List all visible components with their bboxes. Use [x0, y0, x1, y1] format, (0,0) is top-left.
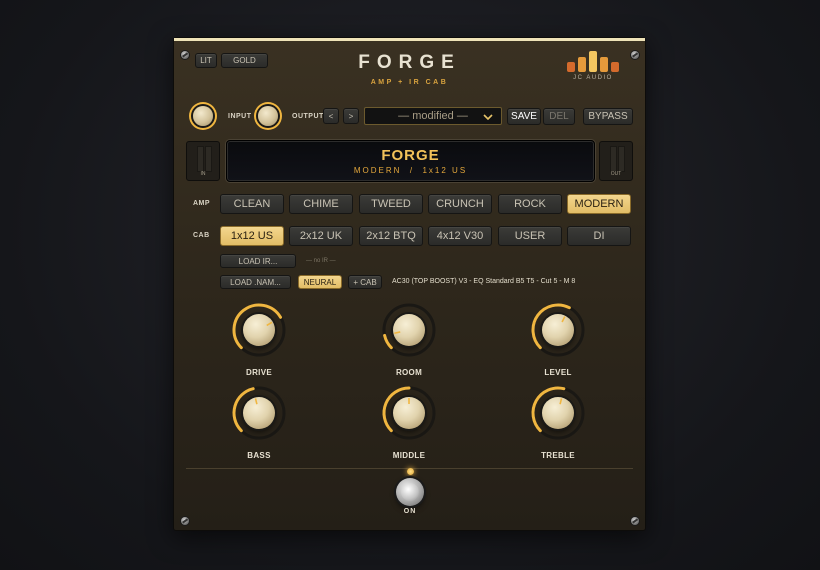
- cab-di-button[interactable]: DI: [567, 226, 631, 246]
- next-preset-button[interactable]: >: [343, 108, 359, 124]
- amp-crunch-button[interactable]: CRUNCH: [428, 194, 492, 214]
- bypass-button[interactable]: BYPASS: [583, 108, 633, 125]
- output-meter: OUT: [599, 141, 633, 181]
- nam-model-name: AC30 (TOP BOOST) V3 - EQ Standard B5 T5 …: [392, 278, 576, 285]
- knob-indicator: [561, 316, 566, 323]
- middle-knob[interactable]: [381, 385, 437, 441]
- treble-knob[interactable]: [530, 385, 586, 441]
- level-label: LEVEL: [544, 368, 572, 377]
- amp-modern-button[interactable]: MODERN: [567, 194, 631, 214]
- save-button[interactable]: SAVE: [507, 108, 541, 125]
- amp-chime-button[interactable]: CHIME: [289, 194, 353, 214]
- bass-label: BASS: [247, 451, 271, 460]
- knob-indicator: [266, 321, 273, 327]
- output-meter-label: OUT: [610, 171, 622, 177]
- plus-cab-button[interactable]: + CAB: [348, 275, 382, 289]
- power-footswitch[interactable]: [396, 478, 424, 506]
- power-label: ON: [403, 508, 417, 515]
- preset-dropdown[interactable]: — modified —: [364, 107, 502, 125]
- chevron-down-icon: [483, 114, 493, 120]
- cab-2x12uk-button[interactable]: 2x12 UK: [289, 226, 353, 246]
- cab-1x12us-button[interactable]: 1x12 US: [220, 226, 284, 246]
- display-chain: MODERN / 1x12 US: [353, 166, 468, 175]
- delete-button[interactable]: DEL: [543, 108, 575, 125]
- input-meter: IN: [186, 141, 220, 181]
- amp-tweed-button[interactable]: TWEED: [359, 194, 423, 214]
- preset-name: — modified —: [398, 110, 468, 122]
- amp-display: FORGE MODERN / 1x12 US: [226, 140, 595, 182]
- output-label: OUTPUT: [292, 113, 324, 120]
- treble-label: TREBLE: [541, 451, 575, 460]
- amp-clean-button[interactable]: CLEAN: [220, 194, 284, 214]
- cab-4x12v30-button[interactable]: 4x12 V30: [428, 226, 492, 246]
- screw-icon: [181, 517, 189, 525]
- amp-rock-button[interactable]: ROCK: [498, 194, 562, 214]
- plugin-window: LIT GOLD FORGE AMP + IR CAB JC AUDIO INP…: [173, 37, 646, 531]
- display-amp-name: FORGE: [381, 147, 440, 164]
- load-nam-button[interactable]: LOAD .NAM...: [220, 275, 291, 289]
- input-label: INPUT: [228, 113, 252, 120]
- bass-knob[interactable]: [231, 385, 287, 441]
- screw-icon: [631, 517, 639, 525]
- knob-indicator: [559, 398, 563, 405]
- knob-indicator: [408, 398, 410, 404]
- drive-label: DRIVE: [246, 368, 272, 377]
- knob-indicator: [394, 331, 401, 335]
- ir-status: — no IR —: [306, 258, 336, 264]
- room-knob[interactable]: [381, 302, 437, 358]
- brand-name: JC AUDIO: [573, 75, 613, 81]
- drive-knob[interactable]: [231, 302, 287, 358]
- top-accent-line: [174, 38, 645, 41]
- input-knob[interactable]: [193, 106, 213, 126]
- output-knob[interactable]: [258, 106, 278, 126]
- room-label: ROOM: [395, 368, 423, 377]
- jc-audio-logo: [563, 50, 623, 72]
- load-ir-button[interactable]: LOAD IR...: [220, 254, 296, 268]
- level-knob[interactable]: [530, 302, 586, 358]
- cab-user-button[interactable]: USER: [498, 226, 562, 246]
- power-led: [407, 468, 414, 475]
- amp-row-label: AMP: [193, 200, 211, 207]
- middle-label: MIDDLE: [392, 451, 426, 460]
- cab-row-label: CAB: [193, 232, 210, 239]
- neural-button[interactable]: NEURAL: [298, 275, 342, 289]
- input-meter-label: IN: [200, 171, 206, 177]
- prev-preset-button[interactable]: <: [323, 108, 339, 124]
- knob-indicator: [254, 398, 258, 405]
- cab-2x12btq-button[interactable]: 2x12 BTQ: [359, 226, 423, 246]
